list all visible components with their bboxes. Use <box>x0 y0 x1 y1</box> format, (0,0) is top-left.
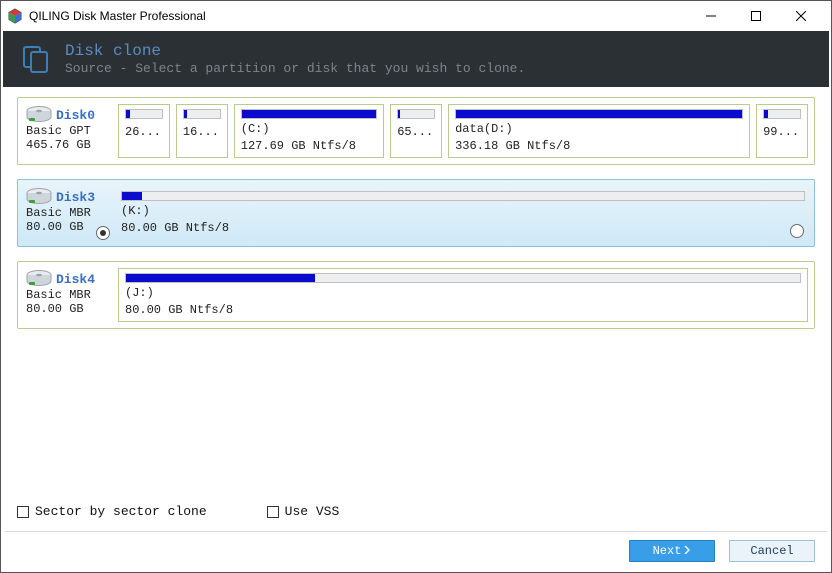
partition[interactable]: 16... <box>176 104 228 158</box>
partition-label: (J:) <box>125 286 801 300</box>
page-header: Disk clone Source - Select a partition o… <box>3 31 829 87</box>
usage-bar <box>241 109 377 119</box>
chevron-right-icon <box>683 544 691 558</box>
disk-name: Disk0 <box>56 108 95 123</box>
app-title: QILING Disk Master Professional <box>29 9 688 23</box>
close-button[interactable] <box>778 1 823 31</box>
checkbox-icon <box>267 506 279 518</box>
usage-bar <box>125 109 163 119</box>
window-controls <box>688 1 823 31</box>
disk-name: Disk4 <box>56 272 95 287</box>
clone-icon <box>21 44 51 74</box>
disk-type: Basic GPT <box>26 124 110 138</box>
page-title: Disk clone <box>65 42 525 61</box>
use-vss-label: Use VSS <box>285 504 340 519</box>
cancel-button[interactable]: Cancel <box>729 540 815 562</box>
usage-bar <box>125 273 801 283</box>
partition[interactable]: 65... <box>390 104 442 158</box>
minimize-button[interactable] <box>688 1 733 31</box>
partition[interactable]: data(D:) 336.18 GB Ntfs/8 <box>448 104 750 158</box>
partition-radio[interactable] <box>790 224 804 238</box>
usage-bar <box>455 109 743 119</box>
use-vss-checkbox[interactable]: Use VSS <box>267 504 340 519</box>
page-subtitle: Source - Select a partition or disk that… <box>65 61 525 76</box>
partition-label: data(D:) <box>455 122 743 136</box>
usage-bar <box>121 191 805 201</box>
cancel-label: Cancel <box>750 544 793 558</box>
partition-sub: 65... <box>397 125 435 139</box>
titlebar: QILING Disk Master Professional <box>1 1 831 31</box>
partition-sub: 127.69 GB Ntfs/8 <box>241 139 377 153</box>
disk-type: Basic MBR <box>26 288 110 302</box>
disk-info: Disk0 Basic GPT 465.76 GB <box>18 98 116 164</box>
footer: Next Cancel <box>1 532 831 572</box>
disk-row[interactable]: Disk0 Basic GPT 465.76 GB 26... 16... (C… <box>17 97 815 165</box>
app-icon <box>7 8 23 24</box>
disk-radio[interactable] <box>96 226 110 240</box>
partition[interactable]: (K:) 80.00 GB Ntfs/8 <box>118 186 808 240</box>
disk-size: 80.00 GB <box>26 302 110 316</box>
partition-sub: 80.00 GB Ntfs/8 <box>125 303 801 317</box>
checkbox-icon <box>17 506 29 518</box>
partition-list: (J:) 80.00 GB Ntfs/8 <box>116 262 814 328</box>
disk-name: Disk3 <box>56 190 95 205</box>
options-row: Sector by sector clone Use VSS <box>1 504 831 519</box>
disk-row[interactable]: Disk3 Basic MBR 80.00 GB (K:) 80.00 GB N… <box>17 179 815 247</box>
disk-size: 465.76 GB <box>26 138 110 152</box>
partition-sub: 80.00 GB Ntfs/8 <box>121 221 805 235</box>
next-label: Next <box>653 544 682 558</box>
partition[interactable]: 26... <box>118 104 170 158</box>
partition-list: 26... 16... (C:) 127.69 GB Ntfs/8 65... … <box>116 98 814 164</box>
partition-label: (C:) <box>241 122 377 136</box>
partition-sub: 336.18 GB Ntfs/8 <box>455 139 743 153</box>
disk-info: Disk3 Basic MBR 80.00 GB <box>18 180 116 246</box>
partition-sub: 16... <box>183 125 221 139</box>
disk-row[interactable]: Disk4 Basic MBR 80.00 GB (J:) 80.00 GB N… <box>17 261 815 329</box>
usage-bar <box>763 109 801 119</box>
partition[interactable]: 99... <box>756 104 808 158</box>
disk-icon <box>26 270 52 288</box>
sector-clone-label: Sector by sector clone <box>35 504 207 519</box>
partition[interactable]: (C:) 127.69 GB Ntfs/8 <box>234 104 384 158</box>
usage-bar <box>183 109 221 119</box>
usage-bar <box>397 109 435 119</box>
partition-list: (K:) 80.00 GB Ntfs/8 <box>116 180 814 246</box>
partition-sub: 99... <box>763 125 801 139</box>
disk-icon <box>26 188 52 206</box>
next-button[interactable]: Next <box>629 540 715 562</box>
partition-sub: 26... <box>125 125 163 139</box>
disk-icon <box>26 106 52 124</box>
partition-label: (K:) <box>121 204 805 218</box>
disk-type: Basic MBR <box>26 206 110 220</box>
sector-clone-checkbox[interactable]: Sector by sector clone <box>17 504 207 519</box>
partition[interactable]: (J:) 80.00 GB Ntfs/8 <box>118 268 808 322</box>
disk-info: Disk4 Basic MBR 80.00 GB <box>18 262 116 328</box>
disk-list: Disk0 Basic GPT 465.76 GB 26... 16... (C… <box>1 97 831 329</box>
maximize-button[interactable] <box>733 1 778 31</box>
